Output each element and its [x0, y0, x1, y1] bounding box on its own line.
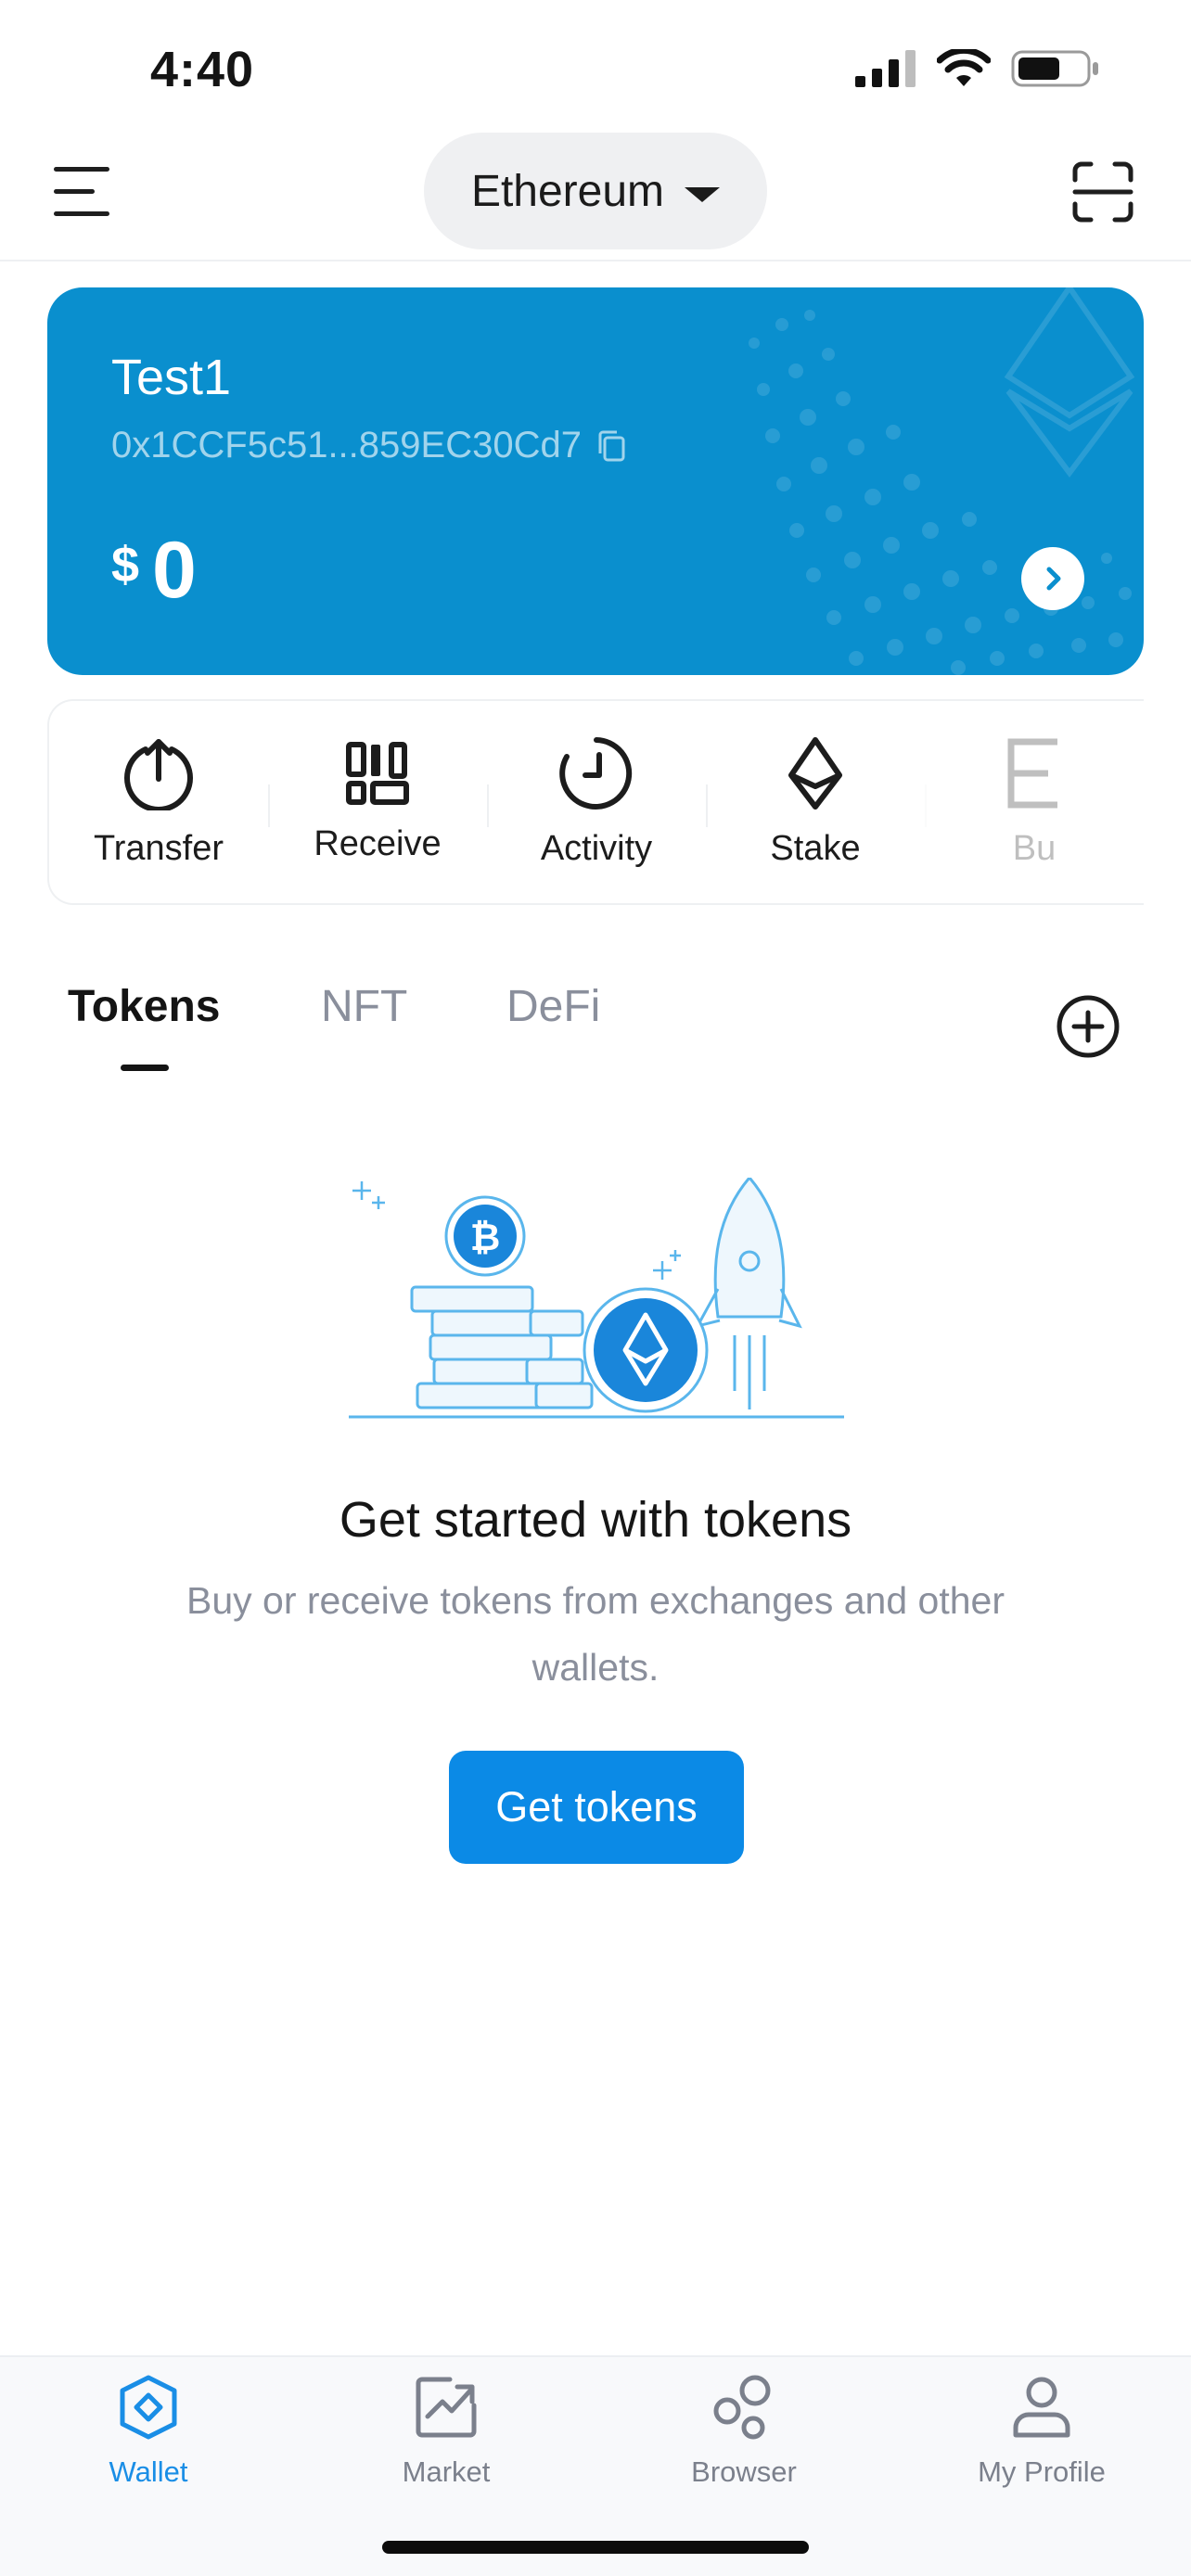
nav-profile[interactable]: My Profile	[921, 2374, 1162, 2489]
scan-icon[interactable]	[1072, 161, 1133, 223]
nav-market-label: Market	[402, 2455, 491, 2488]
stake-button[interactable]: Stake	[706, 701, 925, 903]
clock-icon	[559, 736, 633, 810]
wifi-icon	[937, 49, 991, 86]
chevron-right-icon	[1046, 567, 1061, 591]
nav-market[interactable]: Market	[326, 2374, 567, 2489]
transfer-button[interactable]: Transfer	[49, 701, 268, 903]
buy-button[interactable]: Bu	[925, 701, 1144, 903]
tab-nft[interactable]: NFT	[321, 981, 407, 1032]
activity-button[interactable]: Activity	[487, 701, 706, 903]
receive-label: Receive	[314, 823, 442, 863]
wallet-card[interactable]: Test1 0x1CCF5c51...859EC30Cd7 $ 0	[47, 287, 1144, 675]
empty-state-description: Buy or receive tokens from exchanges and…	[186, 1579, 1005, 1689]
person-icon	[1013, 2377, 1070, 2438]
tab-defi[interactable]: DeFi	[506, 981, 600, 1032]
balance-amount: 0	[152, 526, 197, 615]
empty-state-title: Get started with tokens	[339, 1492, 852, 1548]
tab-active-indicator	[121, 1065, 169, 1071]
stake-label: Stake	[770, 828, 861, 868]
qr-code-icon	[346, 741, 409, 805]
upload-arrow-icon	[124, 738, 193, 810]
network-selector[interactable]: Ethereum	[424, 133, 767, 249]
battery-icon	[1011, 50, 1098, 87]
nav-profile-label: My Profile	[978, 2455, 1106, 2488]
network-name: Ethereum	[470, 166, 665, 216]
svg-text:₿: ₿	[470, 1217, 501, 1259]
buy-icon	[1007, 738, 1057, 808]
status-icons	[855, 48, 1100, 89]
status-time: 4:40	[150, 42, 255, 97]
tab-tokens[interactable]: Tokens	[68, 981, 220, 1032]
transfer-label: Transfer	[93, 828, 224, 868]
get-tokens-button[interactable]: Get tokens	[449, 1751, 744, 1864]
activity-label: Activity	[540, 828, 653, 868]
nav-browser-label: Browser	[691, 2455, 797, 2488]
signal-icon	[855, 50, 916, 87]
nav-browser[interactable]: Browser	[623, 2374, 864, 2489]
wallet-address[interactable]: 0x1CCF5c51...859EC30Cd7	[111, 425, 628, 466]
wallet-name: Test1	[111, 350, 232, 405]
nav-wallet[interactable]: Wallet	[28, 2374, 269, 2489]
card-decoration	[749, 287, 1135, 675]
wallet-balance: $ 0	[111, 530, 197, 610]
wallet-details-button[interactable]	[1021, 547, 1084, 610]
browser-circles-icon	[713, 2375, 771, 2440]
chevron-down-icon	[685, 187, 721, 202]
ethereum-diamond-icon	[788, 736, 842, 810]
copy-icon[interactable]	[595, 429, 628, 463]
quick-actions: Transfer Receive Activity Stake Bu	[47, 699, 1144, 905]
currency-symbol: $	[111, 537, 140, 593]
chart-icon	[416, 2377, 477, 2438]
add-token-icon[interactable]	[1056, 994, 1121, 1059]
menu-icon[interactable]	[54, 163, 113, 219]
buy-label: Bu	[1012, 828, 1057, 868]
home-indicator	[382, 2541, 809, 2554]
receive-button[interactable]: Receive	[268, 701, 487, 903]
nav-wallet-label: Wallet	[109, 2455, 188, 2488]
tokens-illustration: ₿	[349, 1178, 844, 1419]
wallet-address-text: 0x1CCF5c51...859EC30Cd7	[111, 425, 582, 465]
wallet-hexagon-icon	[120, 2375, 177, 2440]
